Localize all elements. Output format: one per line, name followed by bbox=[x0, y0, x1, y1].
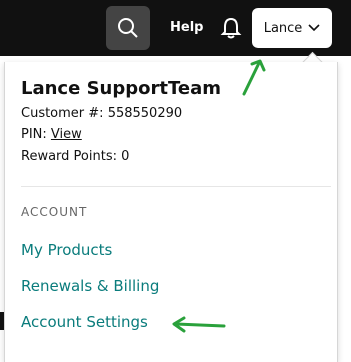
pin-label: PIN: bbox=[21, 127, 47, 142]
background-edge bbox=[0, 312, 4, 330]
menu-divider bbox=[21, 186, 331, 187]
menu-link-my-products[interactable]: My Products bbox=[21, 241, 112, 259]
chevron-down-icon bbox=[308, 24, 320, 32]
bell-icon[interactable] bbox=[220, 16, 242, 40]
account-menu-label: Lance bbox=[263, 20, 303, 36]
search-icon bbox=[118, 18, 138, 38]
pin-row: PIN: View bbox=[21, 127, 82, 142]
reward-points-label: Reward Points: bbox=[21, 149, 117, 164]
reward-points-row: Reward Points: 0 bbox=[21, 149, 129, 164]
reward-points-value: 0 bbox=[121, 149, 130, 164]
account-menu-button[interactable]: Lance bbox=[252, 8, 332, 48]
top-navigation-bar: Help Lance bbox=[0, 0, 351, 56]
help-link[interactable]: Help bbox=[170, 20, 203, 35]
account-name: Lance SupportTeam bbox=[21, 78, 221, 99]
customer-number: 558550290 bbox=[107, 106, 183, 121]
pin-view-link[interactable]: View bbox=[51, 127, 82, 142]
customer-label: Customer #: bbox=[21, 106, 104, 121]
account-section-title: ACCOUNT bbox=[21, 205, 88, 219]
menu-link-account-settings[interactable]: Account Settings bbox=[21, 313, 148, 331]
customer-number-row: Customer #: 558550290 bbox=[21, 106, 182, 121]
menu-link-renewals-billing[interactable]: Renewals & Billing bbox=[21, 277, 159, 295]
search-button[interactable] bbox=[106, 6, 150, 50]
